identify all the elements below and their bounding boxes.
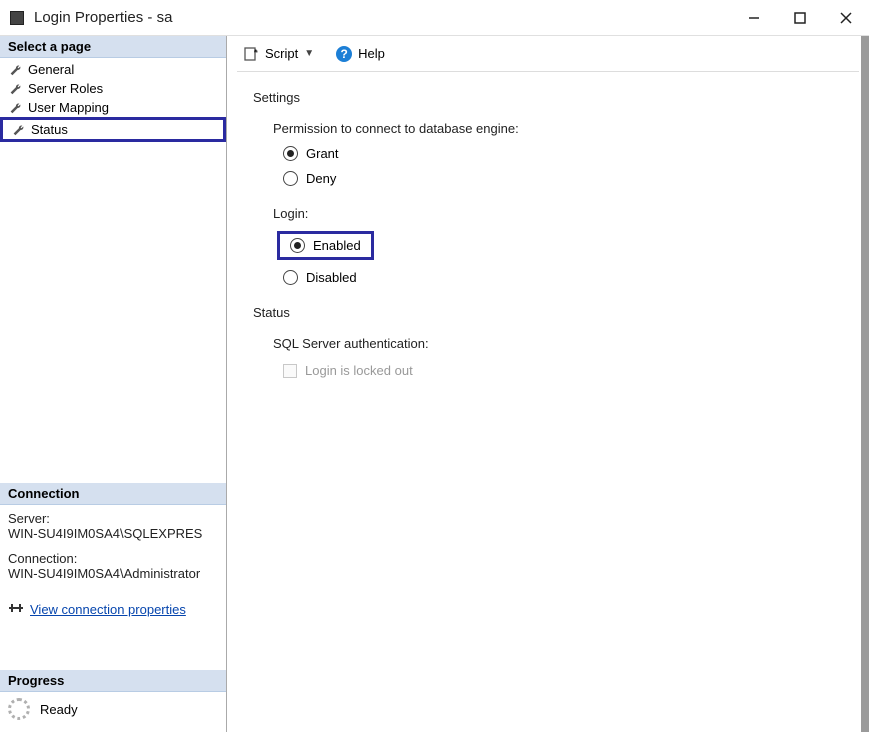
sql-auth-label: SQL Server authentication:	[273, 336, 843, 351]
page-status[interactable]: Status	[0, 117, 226, 142]
close-button[interactable]	[823, 0, 869, 35]
connection-label: Connection:	[8, 551, 218, 566]
maximize-button[interactable]	[777, 0, 823, 35]
radio-label: Enabled	[313, 238, 361, 253]
connection-header: Connection	[0, 483, 226, 505]
progress-status: Ready	[40, 702, 78, 717]
radio-label: Grant	[306, 146, 339, 161]
view-connection-properties-link[interactable]: View connection properties	[30, 602, 186, 617]
radio-icon[interactable]	[290, 238, 305, 253]
settings-label: Settings	[253, 90, 843, 105]
radio-disabled[interactable]: Disabled	[283, 270, 843, 285]
page-label: Status	[31, 122, 68, 137]
page-user-mapping[interactable]: User Mapping	[0, 98, 226, 117]
title-bar: Login Properties - sa	[0, 0, 869, 36]
content-toolbar: Script ▼ ? Help	[237, 36, 859, 72]
minimize-button[interactable]	[731, 0, 777, 35]
app-icon	[10, 11, 24, 25]
server-value: WIN-SU4I9IM0SA4\SQLEXPRES	[8, 526, 218, 541]
select-page-header: Select a page	[0, 36, 226, 58]
page-label: General	[28, 62, 74, 77]
checkbox-icon	[283, 364, 297, 378]
radio-grant[interactable]: Grant	[283, 146, 843, 161]
right-panel: Script ▼ ? Help Settings Permission to c…	[227, 36, 869, 732]
left-panel: Select a page General Server Roles User …	[0, 36, 227, 732]
locked-out-label: Login is locked out	[305, 363, 413, 378]
wrench-icon	[8, 101, 22, 115]
radio-deny[interactable]: Deny	[283, 171, 843, 186]
locked-out-row: Login is locked out	[283, 363, 843, 378]
radio-icon[interactable]	[283, 270, 298, 285]
page-label: Server Roles	[28, 81, 103, 96]
page-label: User Mapping	[28, 100, 109, 115]
wrench-icon	[8, 82, 22, 96]
radio-icon[interactable]	[283, 171, 298, 186]
script-dropdown-arrow-icon[interactable]: ▼	[304, 48, 314, 59]
radio-icon[interactable]	[283, 146, 298, 161]
progress-header: Progress	[0, 670, 226, 692]
connection-value: WIN-SU4I9IM0SA4\Administrator	[8, 566, 218, 581]
radio-label: Disabled	[306, 270, 357, 285]
script-icon	[243, 46, 259, 62]
permission-label: Permission to connect to database engine…	[273, 121, 843, 136]
script-button[interactable]: Script	[265, 46, 298, 61]
radio-enabled[interactable]: Enabled	[277, 231, 374, 260]
status-label: Status	[253, 305, 843, 320]
server-label: Server:	[8, 511, 218, 526]
login-label: Login:	[273, 206, 843, 221]
page-server-roles[interactable]: Server Roles	[0, 79, 226, 98]
help-icon: ?	[336, 46, 352, 62]
page-general[interactable]: General	[0, 60, 226, 79]
window-title: Login Properties - sa	[34, 9, 731, 26]
connection-properties-icon	[8, 601, 24, 618]
help-button[interactable]: Help	[358, 46, 385, 61]
radio-label: Deny	[306, 171, 336, 186]
vertical-scrollbar[interactable]	[861, 36, 869, 732]
wrench-icon	[11, 123, 25, 137]
progress-spinner-icon	[8, 698, 30, 720]
wrench-icon	[8, 63, 22, 77]
